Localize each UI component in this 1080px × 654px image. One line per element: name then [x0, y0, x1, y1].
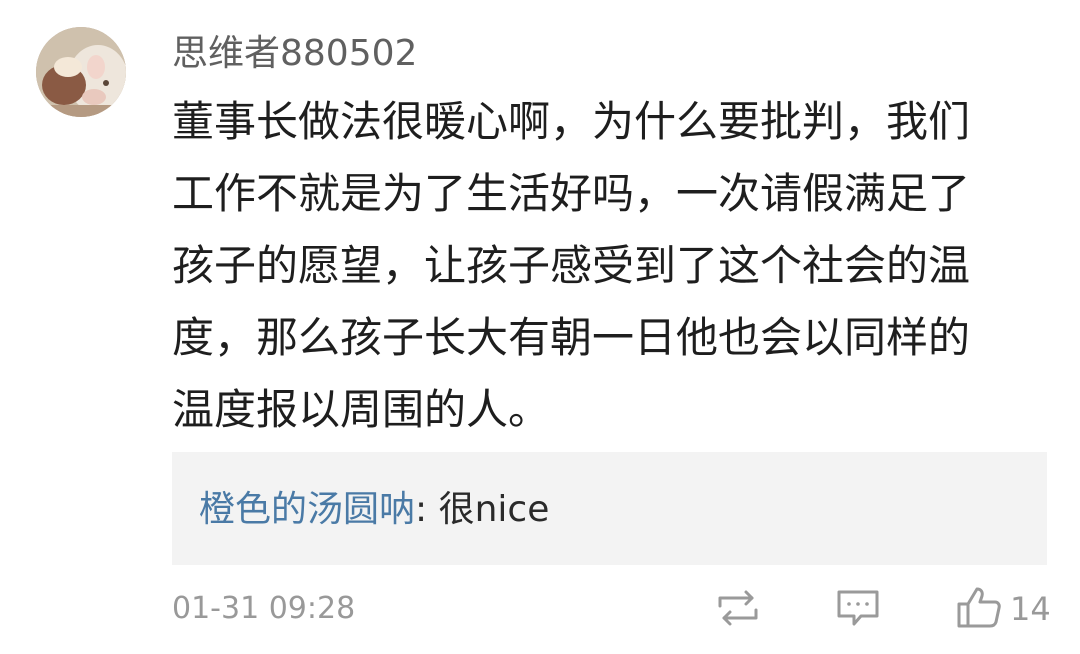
post-author-name[interactable]: 思维者880502: [172, 28, 417, 80]
post-content-line: 工作不就是为了生活好吗，一次请假满足了: [172, 169, 971, 218]
post-content-line: 孩子的愿望，让孩子感受到了这个社会的温: [172, 241, 971, 290]
like-count: 14: [1010, 590, 1051, 628]
reply-separator: :: [415, 489, 439, 530]
post-content-line: 度，那么孩子长大有朝一日他也会以同样的: [172, 313, 971, 362]
timestamp: 01-31 09:28: [172, 591, 356, 626]
thumbs-up-icon[interactable]: [955, 584, 1003, 632]
post-content-line: 董事长做法很暖心啊，为什么要批判，我们: [172, 97, 971, 146]
post-content: 董事长做法很暖心啊，为什么要批判，我们 工作不就是为了生活好吗，一次请假满足了 …: [172, 86, 1052, 446]
reply-author-name[interactable]: 橙色的汤圆呐: [199, 489, 415, 530]
pig-avatar-image: [36, 27, 126, 117]
reply: 橙色的汤圆呐: 很nice: [199, 488, 549, 532]
avatar[interactable]: [36, 27, 126, 117]
repost-icon[interactable]: [714, 584, 762, 632]
post-content-line: 温度报以周围的人。: [172, 385, 551, 434]
reply-text: 很nice: [438, 489, 550, 530]
comment-icon[interactable]: [834, 584, 882, 632]
reply-box[interactable]: 橙色的汤圆呐: 很nice: [172, 452, 1047, 565]
